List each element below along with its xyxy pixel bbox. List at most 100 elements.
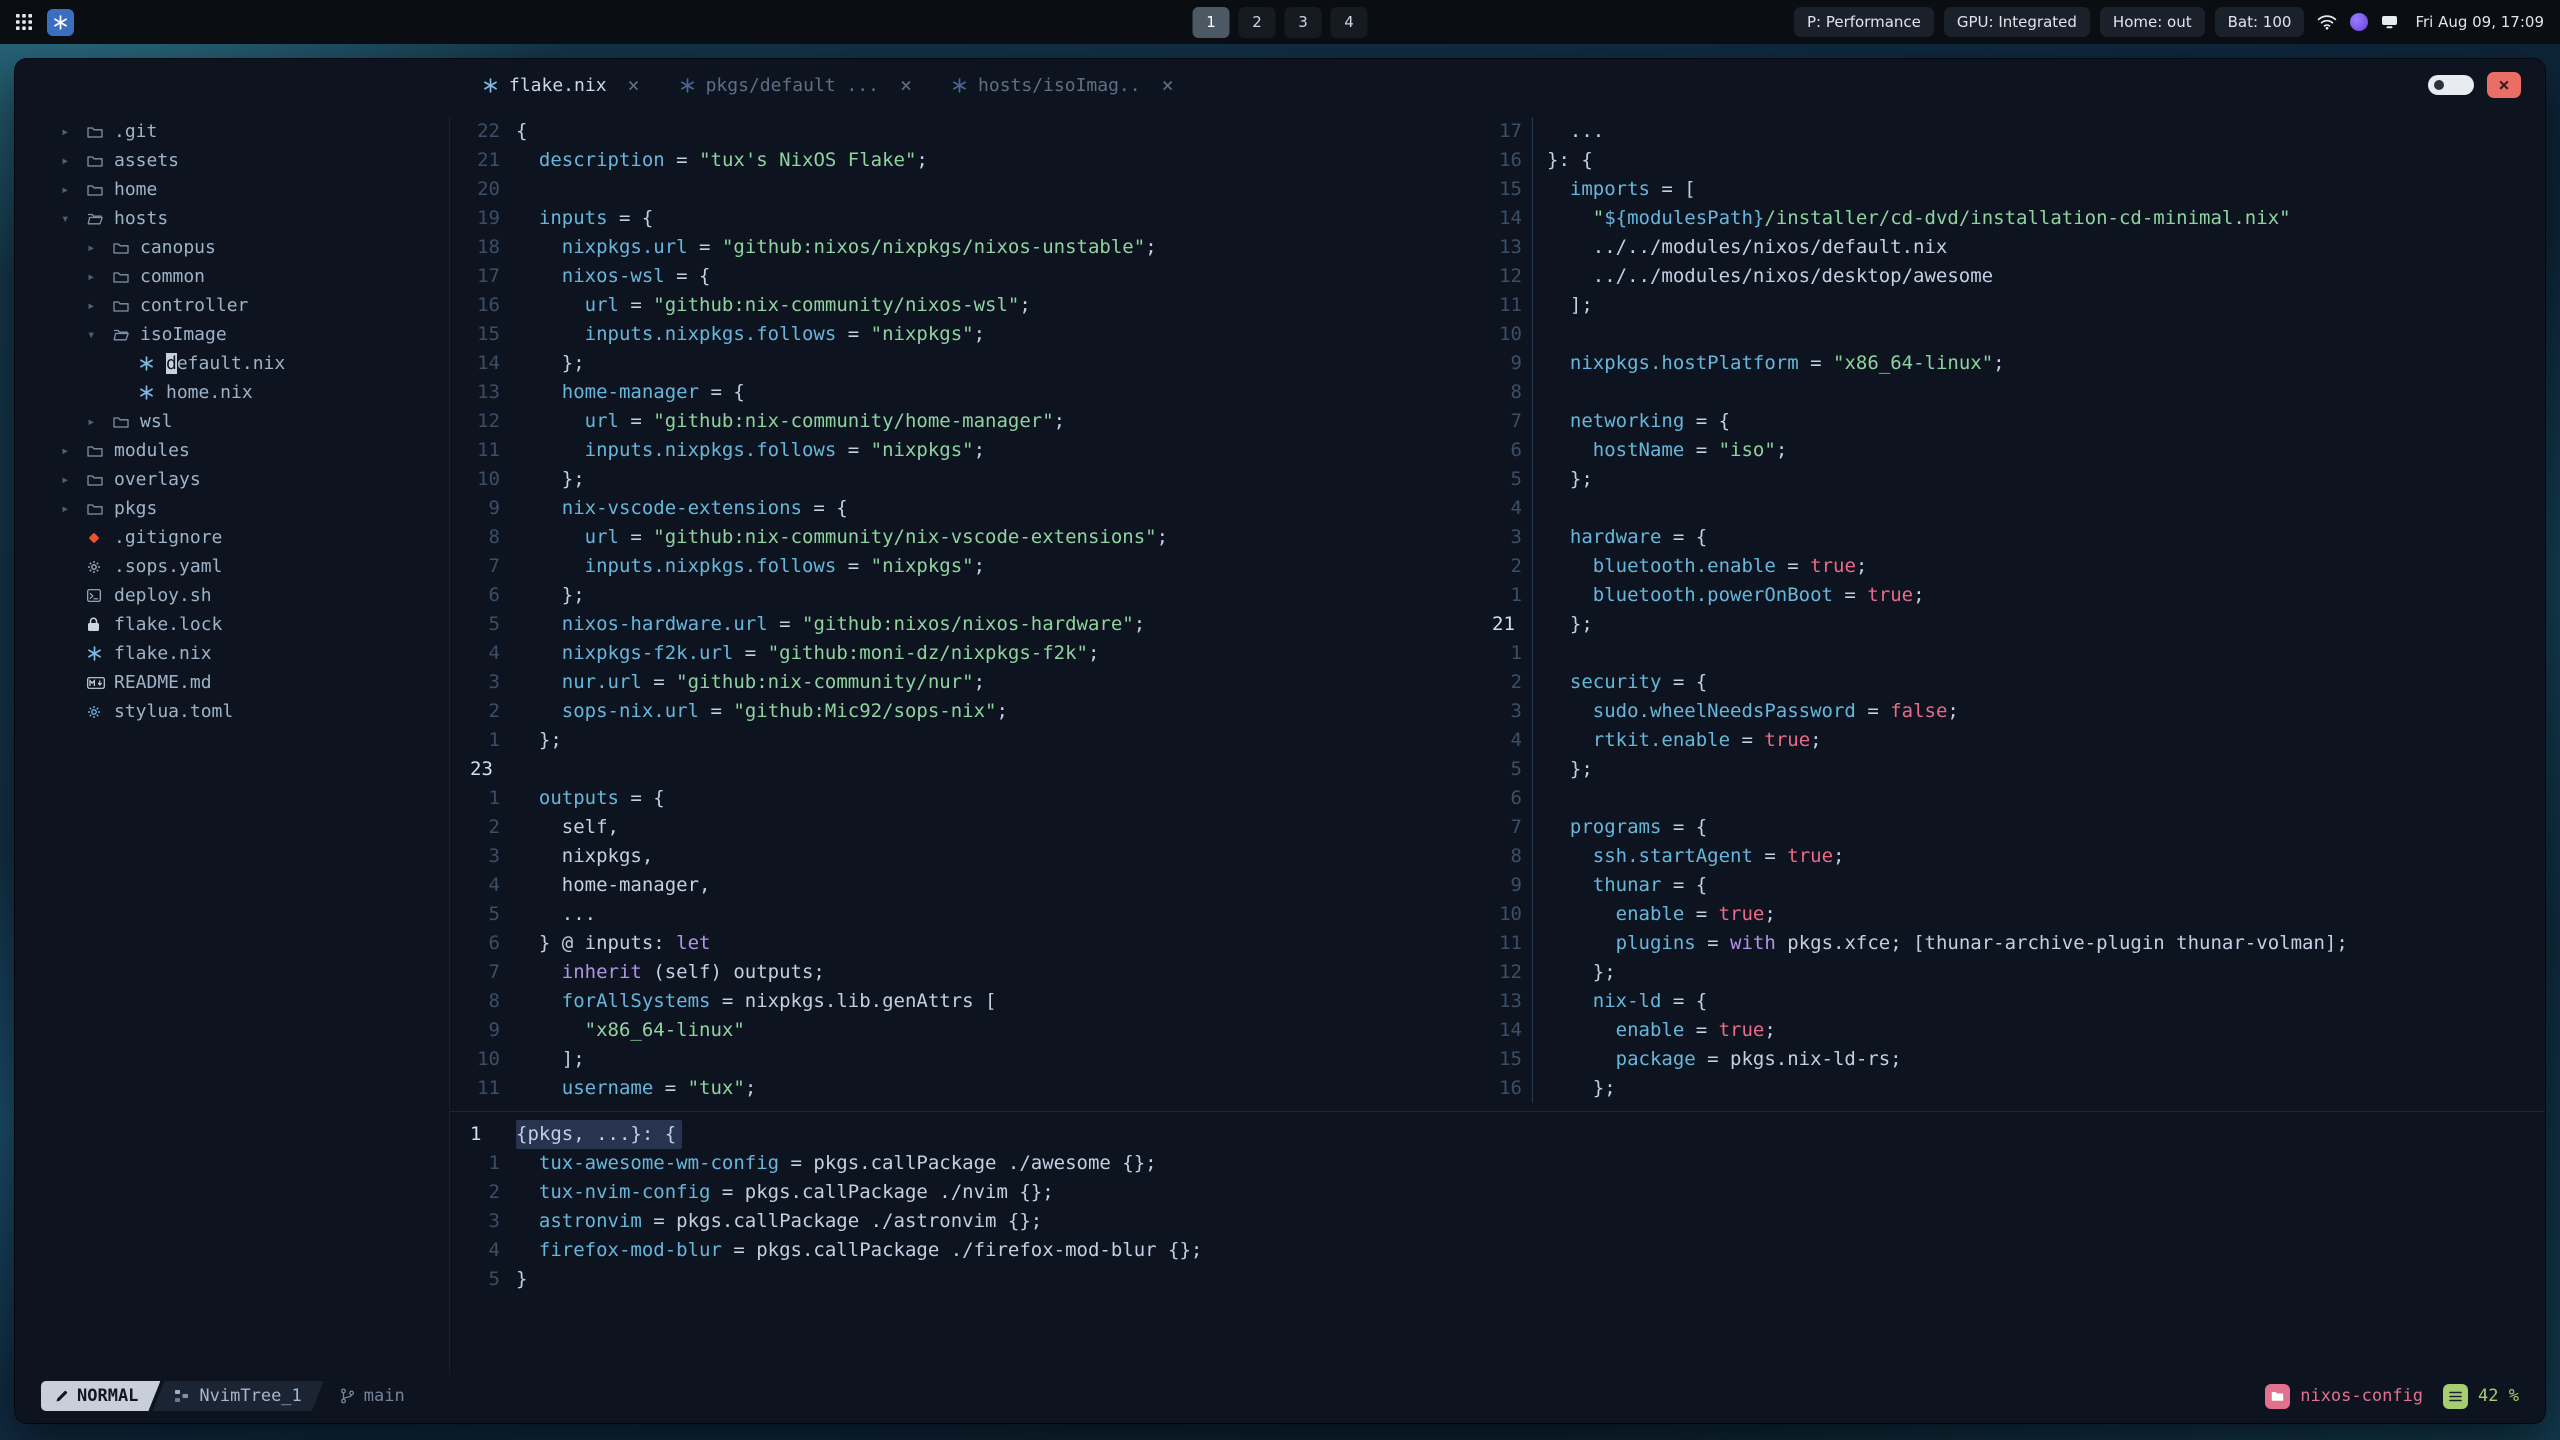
- code-line[interactable]: 12 ../../modules/nixos/desktop/awesome: [1480, 262, 2545, 291]
- code-line[interactable]: 8 ssh.startAgent = true;: [1480, 842, 2545, 871]
- editor-pane-isoimage[interactable]: 17 ... 16}: {15 imports = [14 "${modulesP…: [1480, 117, 2545, 1103]
- code-line[interactable]: 17 ...: [1480, 117, 2545, 146]
- code-line[interactable]: 16 };: [1480, 1074, 2545, 1103]
- tree-item-overlays[interactable]: ▸ overlays: [61, 465, 449, 494]
- code-line[interactable]: 18 nixpkgs.url = "github:nixos/nixpkgs/n…: [458, 233, 1480, 262]
- code-line[interactable]: 12 url = "github:nix-community/home-mana…: [458, 407, 1480, 436]
- workspace-button-4[interactable]: 4: [1330, 6, 1368, 38]
- code-line[interactable]: 15 imports = [: [1480, 175, 2545, 204]
- code-line[interactable]: 9 thunar = {: [1480, 871, 2545, 900]
- code-line[interactable]: 6 hostName = "iso";: [1480, 436, 2545, 465]
- tree-item-readme-md[interactable]: README.md: [61, 668, 449, 697]
- code-line[interactable]: 11 username = "tux";: [458, 1074, 1480, 1103]
- code-line[interactable]: 5}: [458, 1265, 2545, 1294]
- tab-close-icon[interactable]: ×: [1162, 75, 1174, 95]
- code-line[interactable]: 16}: {: [1480, 146, 2545, 175]
- code-line[interactable]: 9 "x86_64-linux": [458, 1016, 1480, 1045]
- tray-app-icon[interactable]: [2350, 13, 2369, 31]
- code-line[interactable]: 4 rtkit.enable = true;: [1480, 726, 2545, 755]
- code-line[interactable]: 6 } @ inputs: let: [458, 929, 1480, 958]
- chevron-right-icon[interactable]: ▸: [87, 240, 113, 256]
- code-line[interactable]: 23: [458, 755, 1480, 784]
- code-line[interactable]: 4 nixpkgs-f2k.url = "github:moni-dz/nixp…: [458, 639, 1480, 668]
- tab-close-icon[interactable]: ×: [900, 75, 912, 95]
- chevron-down-icon[interactable]: ▾: [61, 211, 87, 227]
- code-line[interactable]: 1 {pkgs, ...}: {: [458, 1120, 2545, 1149]
- code-line[interactable]: 2 security = {: [1480, 668, 2545, 697]
- tree-item-modules[interactable]: ▸ modules: [61, 436, 449, 465]
- code-line[interactable]: 10 };: [458, 465, 1480, 494]
- code-line[interactable]: 14 "${modulesPath}/installer/cd-dvd/inst…: [1480, 204, 2545, 233]
- code-line[interactable]: 8: [1480, 378, 2545, 407]
- screen-icon[interactable]: [2381, 15, 2398, 29]
- code-line[interactable]: 5 nixos-hardware.url = "github:nixos/nix…: [458, 610, 1480, 639]
- chevron-down-icon[interactable]: ▾: [87, 327, 113, 343]
- code-line[interactable]: 21 };: [1480, 610, 2545, 639]
- code-line[interactable]: 4 firefox-mod-blur = pkgs.callPackage ./…: [458, 1236, 2545, 1265]
- code-line[interactable]: 7 networking = {: [1480, 407, 2545, 436]
- code-line[interactable]: 14 enable = true;: [1480, 1016, 2545, 1045]
- wifi-icon[interactable]: [2317, 14, 2337, 30]
- code-line[interactable]: 1: [1480, 639, 2545, 668]
- code-line[interactable]: 10: [1480, 320, 2545, 349]
- chevron-right-icon[interactable]: ▸: [61, 124, 87, 140]
- tree-item-hosts[interactable]: ▾ hosts: [61, 204, 449, 233]
- code-line[interactable]: 16 url = "github:nix-community/nixos-wsl…: [458, 291, 1480, 320]
- workspace-button-3[interactable]: 3: [1284, 6, 1322, 38]
- code-line[interactable]: 15 package = pkgs.nix-ld-rs;: [1480, 1045, 2545, 1074]
- code-line[interactable]: 2 self,: [458, 813, 1480, 842]
- tab-hosts-isoimag-[interactable]: hosts/isoImag.. ×: [932, 59, 1194, 111]
- editor-pane-flake[interactable]: 22{21 description = "tux's NixOS Flake";…: [450, 117, 1480, 1103]
- code-line[interactable]: 14 };: [458, 349, 1480, 378]
- code-line[interactable]: 2 bluetooth.enable = true;: [1480, 552, 2545, 581]
- code-line[interactable]: 10 ];: [458, 1045, 1480, 1074]
- code-line[interactable]: 1 };: [458, 726, 1480, 755]
- code-line[interactable]: 19 inputs = {: [458, 204, 1480, 233]
- code-line[interactable]: 13 ../../modules/nixos/default.nix: [1480, 233, 2545, 262]
- code-line[interactable]: 7 inherit (self) outputs;: [458, 958, 1480, 987]
- code-line[interactable]: 8 forAllSystems = nixpkgs.lib.genAttrs [: [458, 987, 1480, 1016]
- tree-item-home[interactable]: ▸ home: [61, 175, 449, 204]
- tree-item-canopus[interactable]: ▸ canopus: [61, 233, 449, 262]
- tree-item-pkgs[interactable]: ▸ pkgs: [61, 494, 449, 523]
- code-line[interactable]: 15 inputs.nixpkgs.follows = "nixpkgs";: [458, 320, 1480, 349]
- code-line[interactable]: 1 outputs = {: [458, 784, 1480, 813]
- code-line[interactable]: 9 nixpkgs.hostPlatform = "x86_64-linux";: [1480, 349, 2545, 378]
- code-line[interactable]: 20: [458, 175, 1480, 204]
- chevron-right-icon[interactable]: ▸: [61, 153, 87, 169]
- tree-item-controller[interactable]: ▸ controller: [61, 291, 449, 320]
- code-line[interactable]: 4 home-manager,: [458, 871, 1480, 900]
- code-line[interactable]: 9 nix-vscode-extensions = {: [458, 494, 1480, 523]
- titlebar-toggle-button[interactable]: [2428, 75, 2474, 95]
- code-line[interactable]: 22 {: [458, 117, 1480, 146]
- code-line[interactable]: 3 astronvim = pkgs.callPackage ./astronv…: [458, 1207, 2545, 1236]
- code-line[interactable]: 7 programs = {: [1480, 813, 2545, 842]
- launcher-icon[interactable]: [47, 8, 74, 36]
- code-line[interactable]: 1 tux-awesome-wm-config = pkgs.callPacka…: [458, 1149, 2545, 1178]
- code-line[interactable]: 6 };: [458, 581, 1480, 610]
- workspace-button-1[interactable]: 1: [1192, 6, 1230, 38]
- code-line[interactable]: 6: [1480, 784, 2545, 813]
- code-line[interactable]: 21 description = "tux's NixOS Flake";: [458, 146, 1480, 175]
- tree-item-common[interactable]: ▸ common: [61, 262, 449, 291]
- code-line[interactable]: 13 nix-ld = {: [1480, 987, 2545, 1016]
- tree-item-deploy-sh[interactable]: deploy.sh: [61, 581, 449, 610]
- code-line[interactable]: 11 inputs.nixpkgs.follows = "nixpkgs";: [458, 436, 1480, 465]
- code-line[interactable]: 4: [1480, 494, 2545, 523]
- tree-item-wsl[interactable]: ▸ wsl: [61, 407, 449, 436]
- code-line[interactable]: 13 home-manager = {: [458, 378, 1480, 407]
- code-line[interactable]: 7 inputs.nixpkgs.follows = "nixpkgs";: [458, 552, 1480, 581]
- tab-close-icon[interactable]: ×: [628, 75, 640, 95]
- app-grid-icon[interactable]: [16, 14, 32, 30]
- chevron-right-icon[interactable]: ▸: [87, 298, 113, 314]
- tree-item-flake-nix[interactable]: flake.nix: [61, 639, 449, 668]
- tree-item-assets[interactable]: ▸ assets: [61, 146, 449, 175]
- tree-item--git[interactable]: ▸ .git: [61, 117, 449, 146]
- tree-item-home-nix[interactable]: home.nix: [61, 378, 449, 407]
- code-line[interactable]: 17 nixos-wsl = {: [458, 262, 1480, 291]
- editor-pane-pkgs[interactable]: 1 {pkgs, ...}: {1 tux-awesome-wm-config =…: [450, 1111, 2545, 1294]
- code-line[interactable]: 2 tux-nvim-config = pkgs.callPackage ./n…: [458, 1178, 2545, 1207]
- code-line[interactable]: 3 nixpkgs,: [458, 842, 1480, 871]
- tree-item-stylua-toml[interactable]: stylua.toml: [61, 697, 449, 726]
- tree-item-isoimage[interactable]: ▾ isoImage: [61, 320, 449, 349]
